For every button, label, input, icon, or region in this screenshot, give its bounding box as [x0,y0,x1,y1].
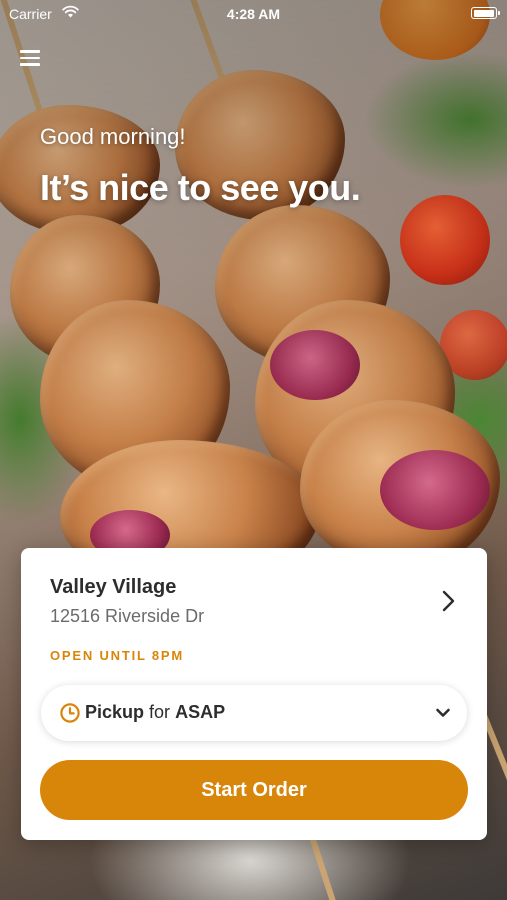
clock-time: 4:28 AM [226,6,281,22]
greeting-text: Good morning! [40,124,186,149]
order-connector: for [149,702,171,722]
store-name: Valley Village [50,576,177,598]
chevron-right-icon[interactable] [437,588,461,614]
clock-icon [59,702,81,724]
battery-icon [471,7,500,19]
status-bar: Carrier 4:28 AM [0,0,507,28]
store-address: 12516 Riverside Dr [50,606,205,626]
location-card: Valley Village 12516 Riverside Dr OPEN U… [21,548,487,840]
order-type-selector[interactable]: Pickup for ASAP [41,685,467,741]
order-type: Pickup [85,702,145,722]
welcome-headline: It’s nice to see you. [40,167,361,208]
start-order-button[interactable]: Start Order [40,760,468,820]
store-hours: OPEN UNTIL 8PM [50,648,185,663]
order-type-text: Pickup for ASAP [85,702,225,723]
hamburger-menu-icon[interactable] [20,48,42,66]
order-time: ASAP [175,702,226,722]
home-screen: Carrier 4:28 AM Good morning! It’s nice … [0,0,507,900]
chevron-down-icon [435,706,451,718]
